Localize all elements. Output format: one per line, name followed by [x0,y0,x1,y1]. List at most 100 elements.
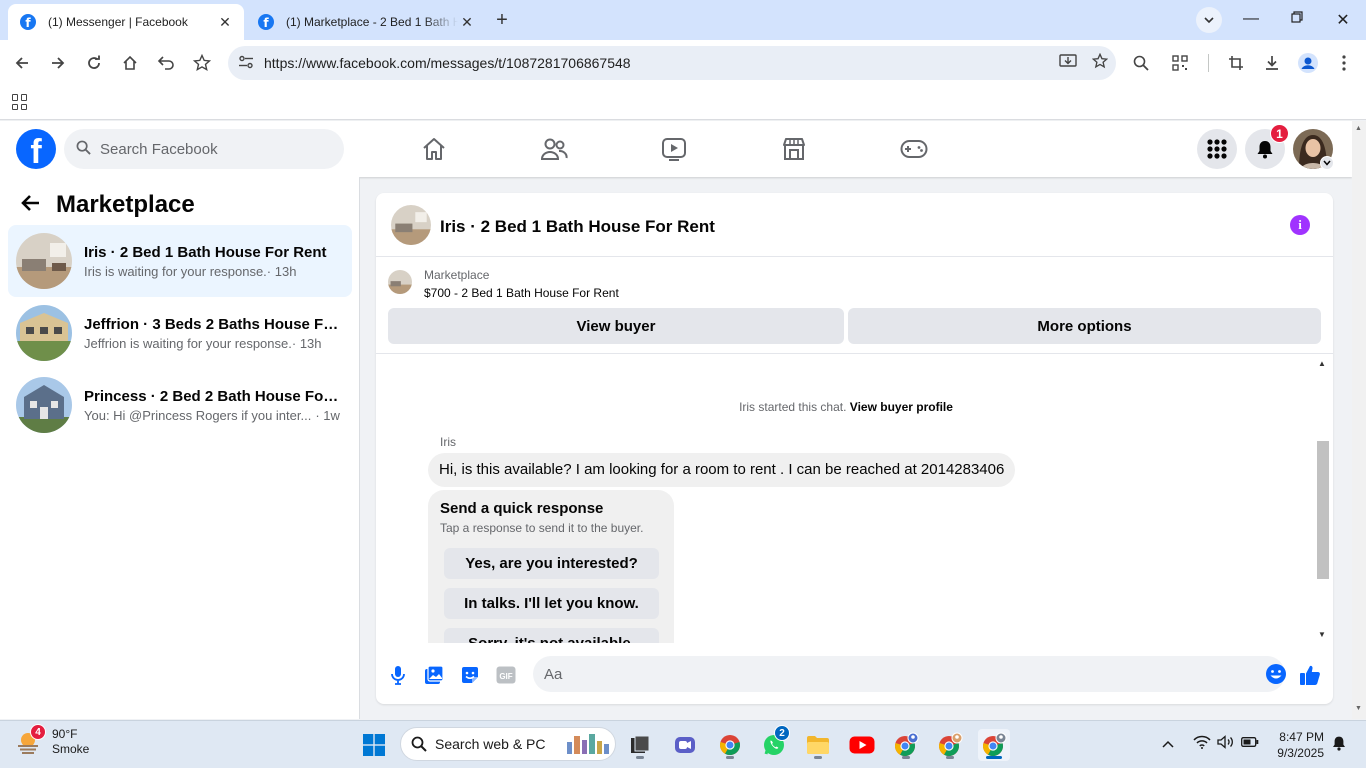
gif-icon[interactable]: GIF [494,663,518,687]
home-button[interactable] [119,52,141,74]
scroll-up-arrow-icon[interactable]: ▲ [1318,359,1326,368]
scrollbar-thumb[interactable] [1317,441,1329,579]
home-icon [123,55,137,70]
tab-search-button[interactable] [1196,7,1222,33]
apps-grid-icon[interactable] [12,94,28,110]
clock-date: 9/3/2025 [1277,746,1324,760]
weather-widget[interactable]: 4 90°F Smoke [16,724,89,757]
account-chevron[interactable] [1320,156,1334,170]
browser-menu-button[interactable] [1333,52,1355,74]
info-icon[interactable]: i [1290,215,1310,235]
nav-gaming[interactable] [894,133,934,165]
sticker-icon[interactable] [458,663,482,687]
nav-video[interactable] [654,133,694,165]
listing-thumbnail [388,270,412,294]
search-button[interactable] [1130,52,1152,74]
restore-icon [1291,11,1303,23]
close-window-button[interactable]: ✕ [1328,10,1358,30]
more-vertical-icon [1342,55,1346,71]
restore-button[interactable] [1282,10,1312,28]
forward-button[interactable] [47,52,69,74]
conversation-jeffrion[interactable]: Jeffrion · 3 Beds 2 Baths House Fo... Je… [8,297,352,369]
menu-button[interactable] [1197,129,1237,169]
taskbar-chrome-profile-3[interactable] [978,729,1010,761]
notification-center-button[interactable] [1331,734,1347,755]
facebook-search-input[interactable] [100,140,320,158]
back-button[interactable] [11,52,33,74]
bookmark-star-button[interactable] [191,52,213,74]
qr-code-button[interactable] [1169,52,1191,74]
battery-icon[interactable] [1241,735,1259,751]
windows-taskbar: 4 90°F Smoke Search web & PC 2 8:47 PM 9… [0,720,1366,768]
start-button[interactable] [358,729,390,761]
chrome-profile-icon [939,732,963,757]
wifi-icon[interactable] [1193,735,1211,752]
message-input-box[interactable] [533,656,1287,692]
emoji-icon[interactable] [1265,663,1287,690]
message-input[interactable] [544,656,1224,692]
microphone-icon[interactable] [386,663,410,687]
thread-scrollbar[interactable]: ▲ ▼ [1316,355,1330,643]
site-settings-icon[interactable] [228,55,264,72]
arrow-right-icon [52,57,65,69]
listing-price[interactable]: $700 - 2 Bed 1 Bath House For Rent [424,286,619,300]
nav-friends[interactable] [534,133,574,165]
more-options-button[interactable]: More options [848,308,1321,344]
quick-response-option[interactable]: Yes, are you interested? [444,548,659,579]
scroll-down-arrow-icon[interactable]: ▼ [1355,705,1362,712]
address-bar[interactable]: https://www.facebook.com/messages/t/1087… [228,46,1116,80]
reload-button[interactable] [83,52,105,74]
tab-title: (1) Marketplace - 2 Bed 1 Bath House [286,15,458,29]
facebook-logo-icon[interactable]: f [16,129,56,169]
tab-marketplace[interactable]: f (1) Marketplace - 2 Bed 1 Bath House ✕ [246,4,486,40]
taskbar-youtube[interactable] [846,729,878,761]
view-buyer-profile-link[interactable]: View buyer profile [850,400,953,414]
search-icon [1133,55,1149,71]
taskbar-chrome[interactable] [714,729,746,761]
nav-marketplace[interactable] [774,133,814,165]
conversation-princess[interactable]: Princess · 2 Bed 2 Bath House For ... Yo… [8,369,352,441]
scroll-up-arrow-icon[interactable]: ▲ [1355,125,1362,132]
taskbar-file-explorer[interactable] [802,729,834,761]
taskbar-meet[interactable] [669,729,701,761]
taskbar-chrome-profile-1[interactable] [890,729,922,761]
downloads-button[interactable] [1261,52,1283,74]
undo-button[interactable] [155,52,177,74]
view-buyer-button[interactable]: View buyer [388,308,844,344]
quick-response-option[interactable]: In talks. I'll let you know. [444,588,659,619]
taskbar-task-view[interactable] [624,729,656,761]
thumbs-up-icon[interactable] [1298,663,1322,687]
crop-button[interactable] [1225,52,1247,74]
taskbar-search[interactable]: Search web & PC [400,727,616,761]
show-hidden-icons-button[interactable] [1162,735,1174,751]
page-scrollbar[interactable]: ▲ ▼ [1352,121,1366,719]
new-tab-button[interactable]: + [492,9,512,32]
install-app-icon[interactable] [1052,53,1084,73]
sidebar-header: Marketplace [20,191,195,219]
quick-response-option[interactable]: Sorry, it's not available. [444,628,659,643]
tab-messenger[interactable]: f (1) Messenger | Facebook ✕ [8,4,244,40]
tab-close-icon[interactable]: ✕ [216,14,234,31]
star-icon[interactable] [1084,52,1116,73]
facebook-search[interactable] [64,129,344,169]
conversation-preview: Jeffrion is waiting for your response. [84,335,292,351]
system-clock[interactable]: 8:47 PM 9/3/2025 [1268,729,1324,761]
chat-thumbnail[interactable] [391,205,431,245]
taskbar-chrome-profile-2[interactable] [934,729,966,761]
scroll-down-arrow-icon[interactable]: ▼ [1318,630,1326,639]
conversation-time: · 1w [315,407,340,423]
browser-toolbar: https://www.facebook.com/messages/t/1087… [0,40,1366,86]
minimize-button[interactable]: — [1236,10,1266,28]
photo-icon[interactable] [422,663,446,687]
back-arrow-icon[interactable] [20,192,40,218]
nav-home[interactable] [414,133,454,165]
whatsapp-badge: 2 [774,725,790,741]
volume-icon[interactable] [1217,735,1235,752]
tab-close-icon[interactable]: ✕ [458,14,476,31]
url-text[interactable]: https://www.facebook.com/messages/t/1087… [264,55,1052,71]
chat-title[interactable]: Iris · 2 Bed 1 Bath House For Rent [440,217,715,237]
conversation-iris[interactable]: Iris · 2 Bed 1 Bath House For Rent Iris … [8,225,352,297]
profile-button[interactable] [1297,52,1319,74]
taskbar-whatsapp[interactable]: 2 [758,725,790,761]
listing-summary: Marketplace $700 - 2 Bed 1 Bath House Fo… [376,258,1333,354]
